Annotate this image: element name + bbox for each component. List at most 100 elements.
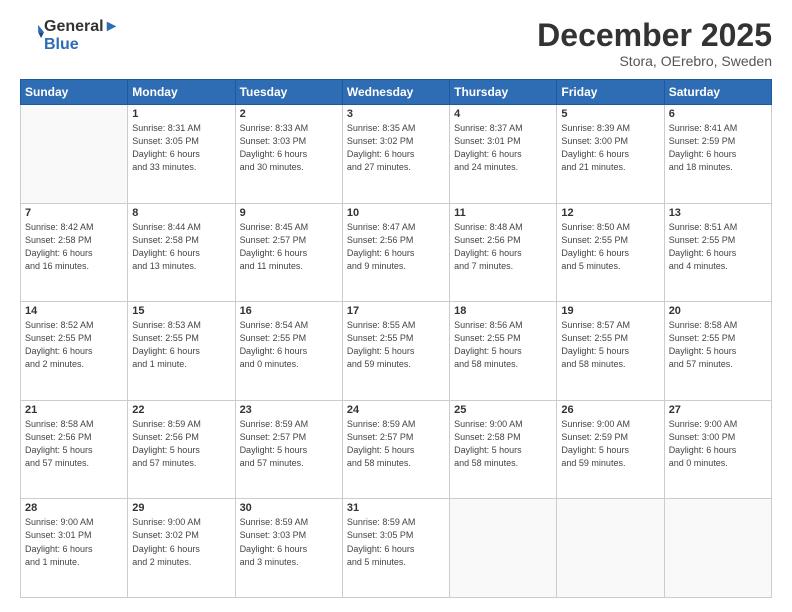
calendar-cell: 9 Sunrise: 8:45 AM Sunset: 2:57 PM Daylig… — [235, 203, 342, 302]
calendar-cell: 22 Sunrise: 8:59 AM Sunset: 2:56 PM Dayli… — [128, 400, 235, 499]
day-number: 31 — [347, 502, 445, 514]
day-info: Sunrise: 8:55 AM Sunset: 2:55 PM Dayligh… — [347, 319, 445, 371]
day-info: Sunrise: 8:42 AM Sunset: 2:58 PM Dayligh… — [25, 221, 123, 273]
day-number: 28 — [25, 502, 123, 514]
day-number: 18 — [454, 305, 552, 317]
day-number: 21 — [25, 404, 123, 416]
day-number: 27 — [669, 404, 767, 416]
calendar-week-row: 21 Sunrise: 8:58 AM Sunset: 2:56 PM Dayli… — [21, 400, 772, 499]
logo-text: General► — [44, 18, 119, 36]
day-number: 16 — [240, 305, 338, 317]
logo-icon — [22, 22, 44, 44]
day-number: 13 — [669, 207, 767, 219]
weekday-header: Friday — [557, 80, 664, 105]
day-info: Sunrise: 8:35 AM Sunset: 3:02 PM Dayligh… — [347, 122, 445, 174]
calendar-cell: 6 Sunrise: 8:41 AM Sunset: 2:59 PM Daylig… — [664, 105, 771, 204]
day-number: 3 — [347, 108, 445, 120]
calendar-cell: 12 Sunrise: 8:50 AM Sunset: 2:55 PM Dayli… — [557, 203, 664, 302]
calendar-cell — [557, 499, 664, 598]
day-number: 22 — [132, 404, 230, 416]
day-info: Sunrise: 9:00 AM Sunset: 3:00 PM Dayligh… — [669, 418, 767, 470]
day-number: 12 — [561, 207, 659, 219]
page: General► Blue December 2025 Stora, OEreb… — [0, 0, 792, 612]
calendar-cell: 4 Sunrise: 8:37 AM Sunset: 3:01 PM Daylig… — [450, 105, 557, 204]
calendar-cell: 23Sunrise: 8:59 AM Sunset: 2:57 PM Dayli… — [235, 400, 342, 499]
calendar-cell: 8Sunrise: 8:44 AM Sunset: 2:58 PM Daylig… — [128, 203, 235, 302]
day-info: Sunrise: 8:59 AM Sunset: 3:05 PM Dayligh… — [347, 516, 445, 568]
calendar-cell: 25 Sunrise: 9:00 AM Sunset: 2:58 PM Dayli… — [450, 400, 557, 499]
day-number: 10 — [347, 207, 445, 219]
day-info: Sunrise: 8:58 AM Sunset: 2:56 PM Dayligh… — [25, 418, 123, 470]
calendar-cell — [664, 499, 771, 598]
day-number: 23 — [240, 404, 338, 416]
day-number: 6 — [669, 108, 767, 120]
day-number: 30 — [240, 502, 338, 514]
day-number: 25 — [454, 404, 552, 416]
day-info: Sunrise: 8:59 AM Sunset: 3:03 PM Dayligh… — [240, 516, 338, 568]
calendar-cell: 20 Sunrise: 8:58 AM Sunset: 2:55 PM Dayli… — [664, 302, 771, 401]
day-info: Sunrise: 9:00 AM Sunset: 2:59 PM Dayligh… — [561, 418, 659, 470]
calendar-table: SundayMondayTuesdayWednesdayThursdayFrid… — [20, 79, 772, 598]
day-info: Sunrise: 8:56 AM Sunset: 2:55 PM Dayligh… — [454, 319, 552, 371]
calendar-week-row: 7 Sunrise: 8:42 AM Sunset: 2:58 PM Daylig… — [21, 203, 772, 302]
day-info: Sunrise: 8:45 AM Sunset: 2:57 PM Dayligh… — [240, 221, 338, 273]
calendar-cell: 13 Sunrise: 8:51 AM Sunset: 2:55 PM Dayli… — [664, 203, 771, 302]
logo: General► Blue — [20, 18, 119, 53]
calendar-cell: 10 Sunrise: 8:47 AM Sunset: 2:56 PM Dayli… — [342, 203, 449, 302]
day-info: Sunrise: 8:37 AM Sunset: 3:01 PM Dayligh… — [454, 122, 552, 174]
day-number: 4 — [454, 108, 552, 120]
calendar-cell — [21, 105, 128, 204]
day-number: 7 — [25, 207, 123, 219]
location: Stora, OErebro, Sweden — [537, 53, 772, 69]
day-number: 9 — [240, 207, 338, 219]
day-info: Sunrise: 8:41 AM Sunset: 2:59 PM Dayligh… — [669, 122, 767, 174]
calendar-cell: 19Sunrise: 8:57 AM Sunset: 2:55 PM Dayli… — [557, 302, 664, 401]
day-info: Sunrise: 8:59 AM Sunset: 2:56 PM Dayligh… — [132, 418, 230, 470]
calendar-cell: 1Sunrise: 8:31 AM Sunset: 3:05 PM Daylig… — [128, 105, 235, 204]
header: General► Blue December 2025 Stora, OEreb… — [20, 18, 772, 69]
day-number: 1 — [132, 108, 230, 120]
month-title: December 2025 — [537, 18, 772, 53]
calendar-cell: 30 Sunrise: 8:59 AM Sunset: 3:03 PM Dayli… — [235, 499, 342, 598]
day-info: Sunrise: 8:53 AM Sunset: 2:55 PM Dayligh… — [132, 319, 230, 371]
day-info: Sunrise: 9:00 AM Sunset: 3:01 PM Dayligh… — [25, 516, 123, 568]
day-info: Sunrise: 8:44 AM Sunset: 2:58 PM Dayligh… — [132, 221, 230, 273]
title-block: December 2025 Stora, OErebro, Sweden — [537, 18, 772, 69]
weekday-header: Monday — [128, 80, 235, 105]
day-number: 2 — [240, 108, 338, 120]
calendar-cell: 16Sunrise: 8:54 AM Sunset: 2:55 PM Dayli… — [235, 302, 342, 401]
weekday-header: Thursday — [450, 80, 557, 105]
calendar-cell: 18 Sunrise: 8:56 AM Sunset: 2:55 PM Dayli… — [450, 302, 557, 401]
day-info: Sunrise: 8:57 AM Sunset: 2:55 PM Dayligh… — [561, 319, 659, 371]
weekday-header: Wednesday — [342, 80, 449, 105]
day-info: Sunrise: 9:00 AM Sunset: 2:58 PM Dayligh… — [454, 418, 552, 470]
calendar-cell: 24Sunrise: 8:59 AM Sunset: 2:57 PM Dayli… — [342, 400, 449, 499]
day-info: Sunrise: 8:51 AM Sunset: 2:55 PM Dayligh… — [669, 221, 767, 273]
calendar-cell: 29Sunrise: 9:00 AM Sunset: 3:02 PM Dayli… — [128, 499, 235, 598]
day-number: 20 — [669, 305, 767, 317]
logo-blue: Blue — [44, 36, 119, 54]
calendar-cell — [450, 499, 557, 598]
day-info: Sunrise: 9:00 AM Sunset: 3:02 PM Dayligh… — [132, 516, 230, 568]
day-number: 14 — [25, 305, 123, 317]
calendar-week-row: 1Sunrise: 8:31 AM Sunset: 3:05 PM Daylig… — [21, 105, 772, 204]
day-info: Sunrise: 8:47 AM Sunset: 2:56 PM Dayligh… — [347, 221, 445, 273]
calendar-cell: 15Sunrise: 8:53 AM Sunset: 2:55 PM Dayli… — [128, 302, 235, 401]
day-info: Sunrise: 8:58 AM Sunset: 2:55 PM Dayligh… — [669, 319, 767, 371]
calendar-cell: 2 Sunrise: 8:33 AM Sunset: 3:03 PM Daylig… — [235, 105, 342, 204]
calendar-cell: 17Sunrise: 8:55 AM Sunset: 2:55 PM Dayli… — [342, 302, 449, 401]
calendar-cell: 28 Sunrise: 9:00 AM Sunset: 3:01 PM Dayli… — [21, 499, 128, 598]
weekday-header: Saturday — [664, 80, 771, 105]
weekday-header: Tuesday — [235, 80, 342, 105]
day-info: Sunrise: 8:33 AM Sunset: 3:03 PM Dayligh… — [240, 122, 338, 174]
day-info: Sunrise: 8:52 AM Sunset: 2:55 PM Dayligh… — [25, 319, 123, 371]
day-info: Sunrise: 8:50 AM Sunset: 2:55 PM Dayligh… — [561, 221, 659, 273]
calendar-cell: 14 Sunrise: 8:52 AM Sunset: 2:55 PM Dayli… — [21, 302, 128, 401]
calendar-cell: 5Sunrise: 8:39 AM Sunset: 3:00 PM Daylig… — [557, 105, 664, 204]
calendar-cell: 3 Sunrise: 8:35 AM Sunset: 3:02 PM Daylig… — [342, 105, 449, 204]
day-info: Sunrise: 8:59 AM Sunset: 2:57 PM Dayligh… — [347, 418, 445, 470]
day-number: 11 — [454, 207, 552, 219]
calendar-cell: 21 Sunrise: 8:58 AM Sunset: 2:56 PM Dayli… — [21, 400, 128, 499]
calendar-week-row: 14 Sunrise: 8:52 AM Sunset: 2:55 PM Dayli… — [21, 302, 772, 401]
day-info: Sunrise: 8:48 AM Sunset: 2:56 PM Dayligh… — [454, 221, 552, 273]
